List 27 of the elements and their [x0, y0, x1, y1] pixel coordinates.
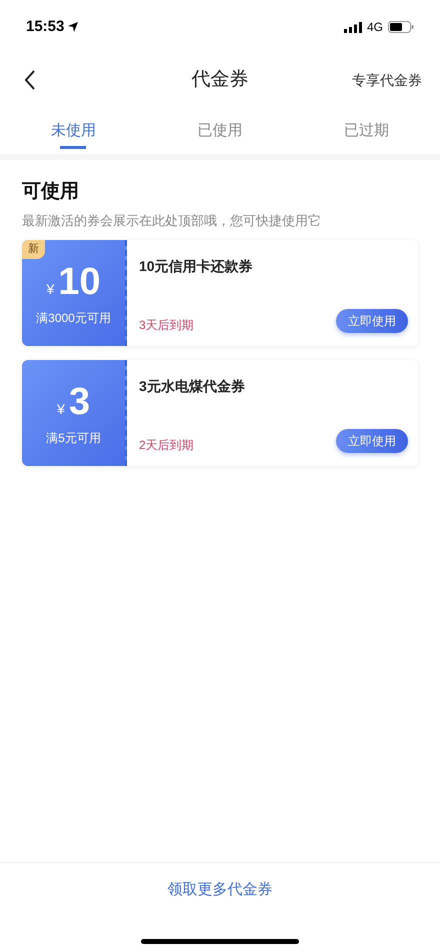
network-type: 4G — [366, 19, 383, 36]
currency-symbol: ¥ — [57, 400, 65, 419]
coupon-name: 3元水电煤代金券 — [139, 377, 246, 396]
use-now-button[interactable]: 立即使用 — [336, 429, 408, 453]
exclusive-coupons-link[interactable]: 专享代金券 — [352, 70, 422, 90]
currency-symbol: ¥ — [46, 280, 54, 299]
new-badge: 新 — [22, 240, 45, 258]
page-title: 代金券 — [192, 68, 248, 92]
more-coupons-link[interactable]: 领取更多代金券 — [168, 879, 272, 902]
expiry-text: 3天后到期 — [139, 317, 194, 334]
status-time: 15:53 — [26, 16, 64, 37]
coupon-condition: 满3000元可用 — [36, 310, 111, 327]
tab[interactable]: 已过期 — [293, 108, 440, 154]
coupon-name: 10元信用卡还款券 — [139, 257, 254, 276]
coupon-amount: 3 — [68, 383, 90, 421]
battery-icon — [388, 21, 414, 33]
signal-icon — [344, 22, 362, 32]
section-title: 可使用 — [22, 180, 80, 204]
tab[interactable]: 未使用 — [0, 108, 147, 154]
section-subtitle: 最新激活的券会展示在此处顶部哦，您可快捷使用它 — [22, 212, 322, 230]
location-arrow-icon — [68, 22, 78, 32]
coupon-amount: 10 — [58, 263, 101, 301]
expiry-text: 2天后到期 — [139, 437, 194, 454]
use-now-button[interactable]: 立即使用 — [336, 309, 408, 333]
coupon-condition: 满5元可用 — [46, 430, 101, 447]
tab[interactable]: 已使用 — [146, 108, 294, 154]
back-icon[interactable] — [24, 70, 36, 90]
